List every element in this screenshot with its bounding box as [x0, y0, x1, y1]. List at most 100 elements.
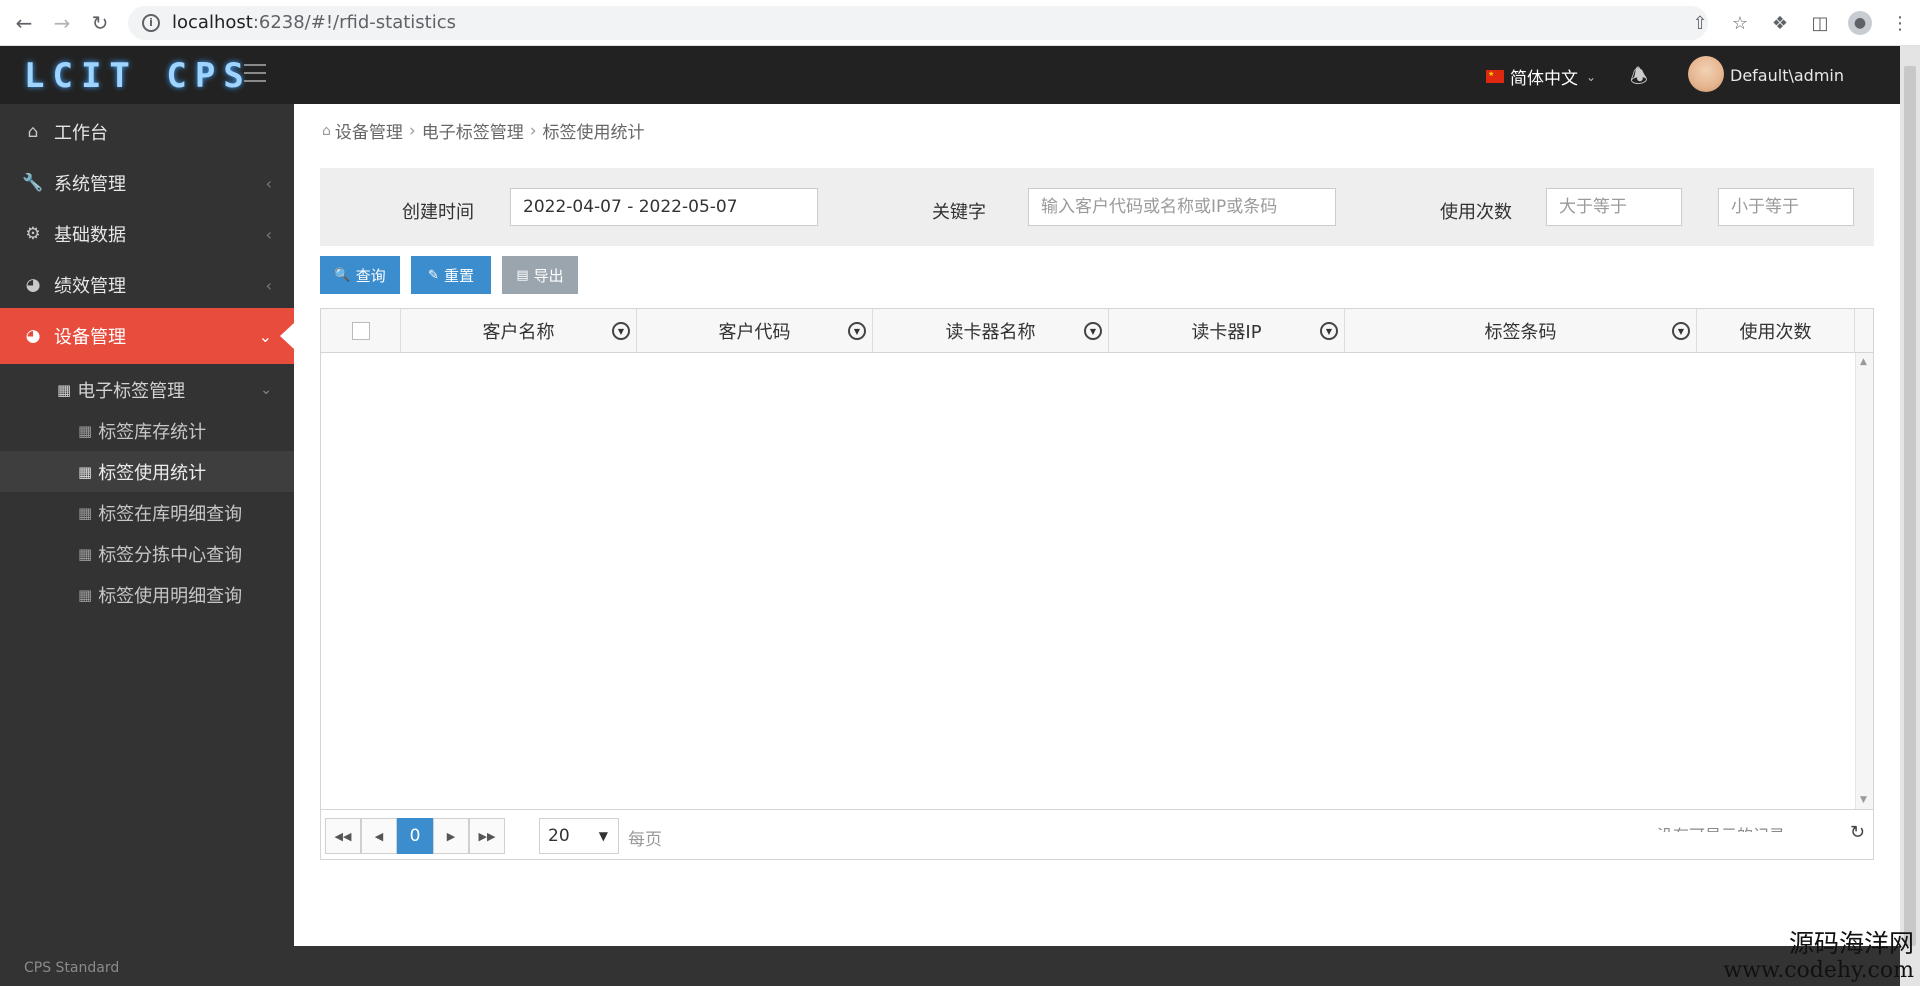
reset-button-label: 重置 [443, 266, 474, 285]
chevron-down-icon: ⌄ [1586, 69, 1597, 84]
language-selector[interactable]: 简体中文 ⌄ [1486, 64, 1596, 89]
share-icon[interactable]: ⇧ [1686, 9, 1714, 37]
filter-icon[interactable]: ▼ [1672, 322, 1690, 340]
grid-scrollbar[interactable]: ▲ ▼ [1855, 353, 1873, 809]
created-time-input[interactable] [510, 188, 818, 226]
no-records-text: 没有可显示的记录 [1657, 822, 1785, 832]
sidebar-item-workbench[interactable]: ⌂ 工作台 [0, 107, 294, 157]
breadcrumb-separator-icon: › [529, 120, 537, 141]
reset-button[interactable]: ✎ 重置 [411, 256, 491, 294]
column-header-customer-code[interactable]: 客户代码 ▼ [637, 309, 873, 353]
leaf-label: 标签库存统计 [98, 421, 207, 443]
usage-count-label: 使用次数 [1440, 202, 1512, 223]
kebab-menu-icon[interactable]: ⋮ [1886, 9, 1914, 37]
leaf-label: 标签使用统计 [98, 462, 207, 484]
column-header-label: 标签条码 [1484, 322, 1557, 343]
pie-chart-icon: ◕ [25, 275, 41, 295]
filter-panel: 创建时间 关键字 使用次数 [320, 168, 1874, 246]
first-page-button[interactable]: ◀◀ [325, 818, 361, 854]
home-icon: ⌂ [27, 122, 39, 142]
star-icon[interactable]: ☆ [1726, 9, 1754, 37]
forward-arrow-icon[interactable]: → [48, 9, 76, 37]
prev-page-button[interactable]: ◀ [361, 818, 397, 854]
url-path: :6238/#!/rfid-statistics [252, 12, 457, 33]
username[interactable]: Default\admin [1730, 66, 1844, 85]
chevron-left-icon: ‹ [265, 275, 272, 295]
page-scrollbar[interactable] [1900, 46, 1920, 986]
last-page-button[interactable]: ▶▶ [469, 818, 505, 854]
usage-max-input[interactable] [1718, 188, 1854, 226]
page-scrollbar-thumb[interactable] [1904, 66, 1916, 946]
eraser-icon: ✎ [428, 267, 439, 283]
sidebar-leaf-tag-usage-detail[interactable]: ▦ 标签使用明细查询 [0, 574, 294, 615]
export-button[interactable]: ▤ 导出 [502, 256, 578, 294]
address-bar[interactable]: i localhost:6238/#!/rfid-statistics [128, 5, 1708, 40]
breadcrumb-item[interactable]: 电子标签管理 [422, 118, 524, 143]
data-grid: 客户名称 ▼ 客户代码 ▼ 读卡器名称 ▼ 读卡器IP ▼ 标签条码 ▼ 使用次… [320, 308, 1874, 860]
refresh-icon[interactable]: ↻ [1850, 822, 1865, 843]
bell-icon[interactable]: 🕭 [1630, 62, 1648, 96]
sidebar-leaf-tag-in-stock-detail[interactable]: ▦ 标签在库明细查询 [0, 492, 294, 533]
column-header-usage-count[interactable]: 使用次数 [1697, 309, 1855, 353]
leaf-label: 标签在库明细查询 [98, 503, 243, 525]
column-header-reader-name[interactable]: 读卡器名称 ▼ [873, 309, 1109, 353]
breadcrumb-separator-icon: › [408, 120, 416, 141]
current-page-button[interactable]: 0 [397, 818, 433, 854]
next-page-button[interactable]: ▶ [433, 818, 469, 854]
sidebar-item-equipment[interactable]: ◕ 设备管理 ⌄ [0, 308, 294, 364]
table-icon: ▦ [78, 585, 93, 604]
pie-chart-icon: ◕ [25, 326, 41, 346]
column-header-customer-name[interactable]: 客户名称 ▼ [401, 309, 637, 353]
url-host: localhost [172, 12, 253, 33]
filter-icon[interactable]: ▼ [1084, 322, 1102, 340]
watermark-line: www.codehy.com [1723, 958, 1914, 983]
table-icon: ▦ [78, 503, 93, 522]
watermark: 源码海洋网 www.codehy.com [1723, 930, 1914, 984]
chevron-down-icon: ⌄ [258, 326, 272, 346]
chevron-left-icon: ‹ [265, 173, 272, 193]
sidebar-item-label: 系统管理 [54, 174, 126, 195]
bottom-band [294, 946, 1900, 986]
column-header-tag-barcode[interactable]: 标签条码 ▼ [1345, 309, 1697, 353]
filter-icon[interactable]: ▼ [848, 322, 866, 340]
sidebar-item-performance[interactable]: ◕ 绩效管理 ‹ [0, 260, 294, 310]
filter-icon[interactable]: ▼ [1320, 322, 1338, 340]
column-header-reader-ip[interactable]: 读卡器IP ▼ [1109, 309, 1345, 353]
sidebar-leaf-tag-sorting-center[interactable]: ▦ 标签分拣中心查询 [0, 533, 294, 574]
sidebar-item-base-data[interactable]: ⚙ 基础数据 ‹ [0, 209, 294, 259]
sidebar-submenu-rfid[interactable]: ▦ 电子标签管理 ⌄ [0, 370, 294, 410]
browser-toolbar: ← → ↻ i localhost:6238/#!/rfid-statistic… [0, 0, 1920, 46]
sidebar-item-label: 绩效管理 [54, 276, 126, 297]
sidebar-leaf-tag-usage-stats[interactable]: ▦ 标签使用统计 [0, 451, 294, 492]
site-info-icon[interactable]: i [142, 13, 160, 32]
sidebar-item-label: 工作台 [54, 123, 108, 144]
side-panel-icon[interactable]: ◫ [1806, 9, 1834, 37]
extensions-icon[interactable]: ❖ [1766, 9, 1794, 37]
wrench-icon: 🔧 [22, 173, 44, 193]
scroll-up-icon[interactable]: ▲ [1860, 357, 1867, 367]
search-button[interactable]: 🔍 查询 [320, 256, 400, 294]
sidebar-item-label: 基础数据 [54, 225, 126, 246]
search-icon: 🔍 [334, 267, 351, 283]
reload-icon[interactable]: ↻ [86, 9, 114, 37]
submenu-label: 电子标签管理 [77, 381, 186, 402]
app-logo: LCIT CPS [24, 56, 252, 96]
profile-icon[interactable]: ● [1846, 9, 1874, 37]
select-all-checkbox[interactable] [351, 322, 370, 340]
filter-icon[interactable]: ▼ [612, 322, 630, 340]
back-arrow-icon[interactable]: ← [10, 9, 38, 37]
china-flag-icon [1486, 70, 1504, 83]
sidebar-item-system[interactable]: 🔧 系统管理 ‹ [0, 158, 294, 208]
usage-min-input[interactable] [1546, 188, 1682, 226]
avatar[interactable] [1688, 56, 1724, 92]
breadcrumb-item[interactable]: 设备管理 [335, 118, 403, 143]
keyword-input[interactable] [1028, 188, 1336, 226]
scroll-down-icon[interactable]: ▼ [1860, 795, 1867, 805]
page-size-select[interactable]: 20 ▼ [539, 818, 619, 854]
hamburger-menu-icon[interactable] [244, 64, 266, 82]
table-icon: ▦ [78, 462, 93, 481]
sidebar-leaf-tag-inventory[interactable]: ▦ 标签库存统计 [0, 410, 294, 451]
leaf-label: 标签分拣中心查询 [98, 544, 243, 566]
breadcrumb: ⌂ 设备管理 › 电子标签管理 › 标签使用统计 [322, 118, 645, 144]
page-size-value: 20 [548, 826, 570, 846]
